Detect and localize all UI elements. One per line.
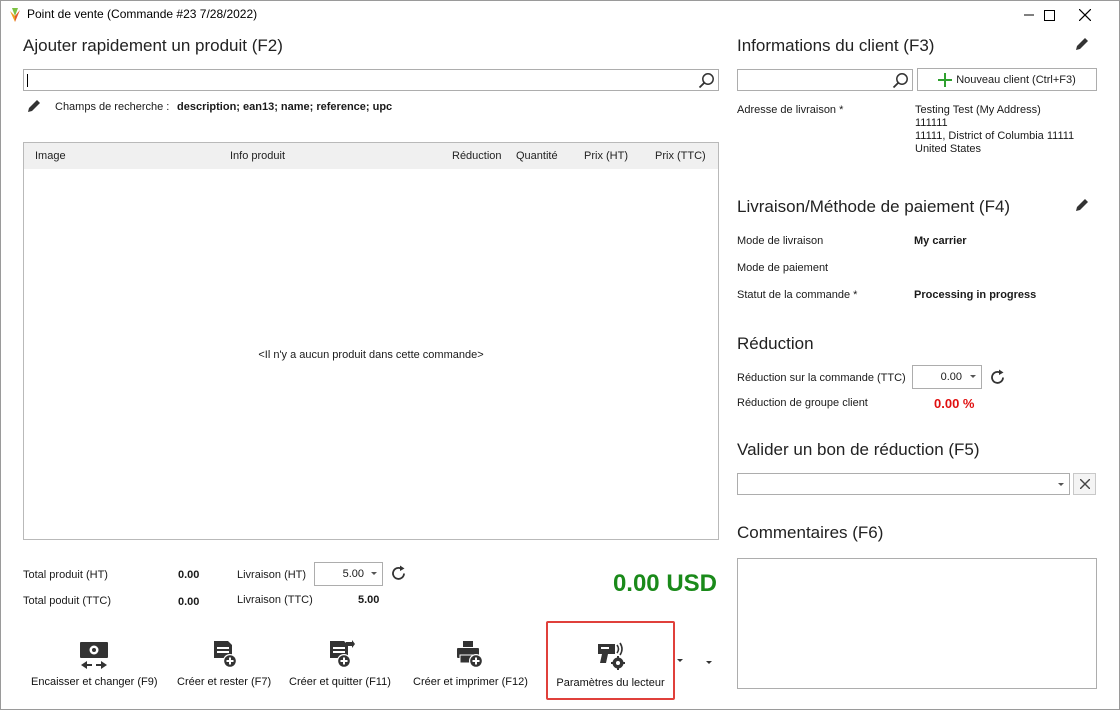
edit-shipping-payment-icon[interactable] (1074, 197, 1090, 213)
column-header-product-info[interactable]: Info produit (230, 150, 285, 162)
edit-search-fields-icon[interactable] (26, 98, 42, 114)
chevron-down-icon (970, 375, 976, 378)
edit-client-icon[interactable] (1074, 36, 1090, 52)
payment-method-label: Mode de paiement (737, 262, 829, 274)
create-and-quit-button[interactable]: Créer et quitter (F11) (289, 638, 391, 688)
window-title: Point de vente (Commande #23 7/28/2022) (27, 7, 258, 21)
create-and-print-button[interactable]: Créer et imprimer (F12) (413, 638, 528, 688)
products-grid[interactable]: Image Info produit Réduction Quantité Pr… (23, 142, 719, 540)
close-icon (1079, 479, 1090, 489)
checkout-change-label: Encaisser et changer (F9) (31, 676, 158, 688)
order-discount-label: Réduction sur la commande (TTC) (737, 372, 906, 384)
quick-add-heading: Ajouter rapidement un produit (F2) (23, 36, 283, 55)
voucher-heading: Valider un bon de réduction (F5) (737, 440, 980, 459)
address-line: Testing Test (My Address) (915, 104, 1041, 116)
plus-icon (938, 72, 953, 87)
shipping-payment-heading: Livraison/Méthode de paiement (F4) (737, 197, 1011, 216)
scanner-settings-button[interactable]: Paramètres du lecteur (546, 621, 675, 700)
carrier-value: My carrier (914, 235, 967, 247)
maximize-button[interactable] (1031, 1, 1067, 29)
chevron-down-icon (1058, 483, 1064, 486)
comments-textarea[interactable] (737, 558, 1097, 689)
checkout-change-button[interactable]: Encaisser et changer (F9) (31, 638, 158, 688)
search-fields-value: description; ean13; name; reference; upc (177, 101, 393, 113)
grid-header: Image Info produit Réduction Quantité Pr… (24, 143, 718, 169)
column-header-image[interactable]: Image (35, 150, 66, 162)
create-and-print-label: Créer et imprimer (F12) (413, 676, 528, 688)
product-search-input[interactable] (23, 69, 719, 91)
title-bar: Point de vente (Commande #23 7/28/2022) (1, 1, 1119, 29)
text-cursor (27, 74, 28, 87)
total-product-ht-value: 0.00 (178, 569, 200, 581)
more-actions-arrow-icon[interactable] (706, 661, 712, 664)
scanner-settings-icon (597, 642, 625, 670)
comments-heading: Commentaires (F6) (737, 523, 884, 542)
close-button[interactable] (1067, 1, 1103, 29)
total-product-ttc-value: 0.00 (178, 596, 200, 608)
carrier-label: Mode de livraison (737, 235, 824, 247)
create-and-stay-label: Créer et rester (F7) (177, 676, 272, 688)
empty-grid-message: <Il n'y a aucun produit dans cette comma… (258, 349, 484, 361)
address-line: 11111, District of Columbia 11111 (915, 130, 1075, 142)
order-discount-dropdown[interactable]: 0.00 (912, 365, 982, 389)
cash-exchange-icon (80, 642, 109, 669)
client-search-input[interactable] (737, 69, 913, 91)
column-header-price-ht[interactable]: Prix (HT) (584, 150, 628, 162)
scanner-settings-label: Paramètres du lecteur (556, 677, 665, 689)
create-and-stay-button[interactable]: Créer et rester (F7) (177, 638, 271, 688)
shipping-ttc-value: 5.00 (358, 594, 380, 606)
column-header-quantity[interactable]: Quantité (516, 150, 558, 162)
refresh-discount-icon[interactable] (988, 368, 1007, 387)
chevron-down-icon (371, 572, 377, 575)
address-line: 111111 (915, 117, 948, 129)
grand-total: 0.00 USD (612, 570, 717, 597)
maximize-icon (1043, 9, 1055, 21)
shipping-ht-label: Livraison (HT) (237, 569, 307, 581)
column-header-price-ttc[interactable]: Prix (TTC) (655, 150, 706, 162)
shipping-ht-dropdown[interactable]: 5.00 (314, 562, 383, 586)
clear-voucher-button[interactable] (1073, 473, 1096, 495)
search-fields-label: Champs de recherche : (55, 101, 170, 113)
print-options-arrow-icon[interactable] (677, 659, 683, 662)
new-client-button[interactable]: Nouveau client (Ctrl+F3) (917, 68, 1097, 91)
group-discount-value: 0.00 % (934, 396, 975, 411)
total-product-ht-label: Total produit (HT) (23, 569, 108, 581)
delivery-address-label: Adresse de livraison * (737, 104, 844, 116)
order-discount-value: 0.00 (940, 371, 962, 383)
close-icon (1079, 9, 1091, 21)
voucher-dropdown[interactable] (737, 473, 1070, 495)
column-header-discount[interactable]: Réduction (452, 150, 502, 162)
document-exit-icon (329, 640, 355, 668)
refresh-shipping-icon[interactable] (389, 564, 408, 583)
order-status-value: Processing in progress (914, 289, 1037, 301)
discount-heading: Réduction (737, 334, 814, 353)
app-logo-icon (10, 8, 20, 22)
shipping-ht-value: 5.00 (342, 568, 364, 580)
search-icon[interactable] (698, 72, 715, 89)
shipping-ttc-label: Livraison (TTC) (237, 594, 313, 606)
group-discount-label: Réduction de groupe client (737, 397, 868, 409)
new-client-label: Nouveau client (Ctrl+F3) (956, 73, 1076, 86)
create-and-quit-label: Créer et quitter (F11) (289, 676, 391, 688)
printer-add-icon (457, 641, 484, 668)
address-line: United States (915, 143, 982, 155)
search-icon[interactable] (892, 72, 909, 89)
document-add-icon (214, 641, 238, 668)
delivery-address: Testing Test (My Address) 111111 11111, … (915, 104, 1074, 156)
order-status-label: Statut de la commande * (737, 289, 858, 301)
total-product-ttc-label: Total poduit (TTC) (23, 595, 112, 607)
client-info-heading: Informations du client (F3) (737, 36, 935, 55)
